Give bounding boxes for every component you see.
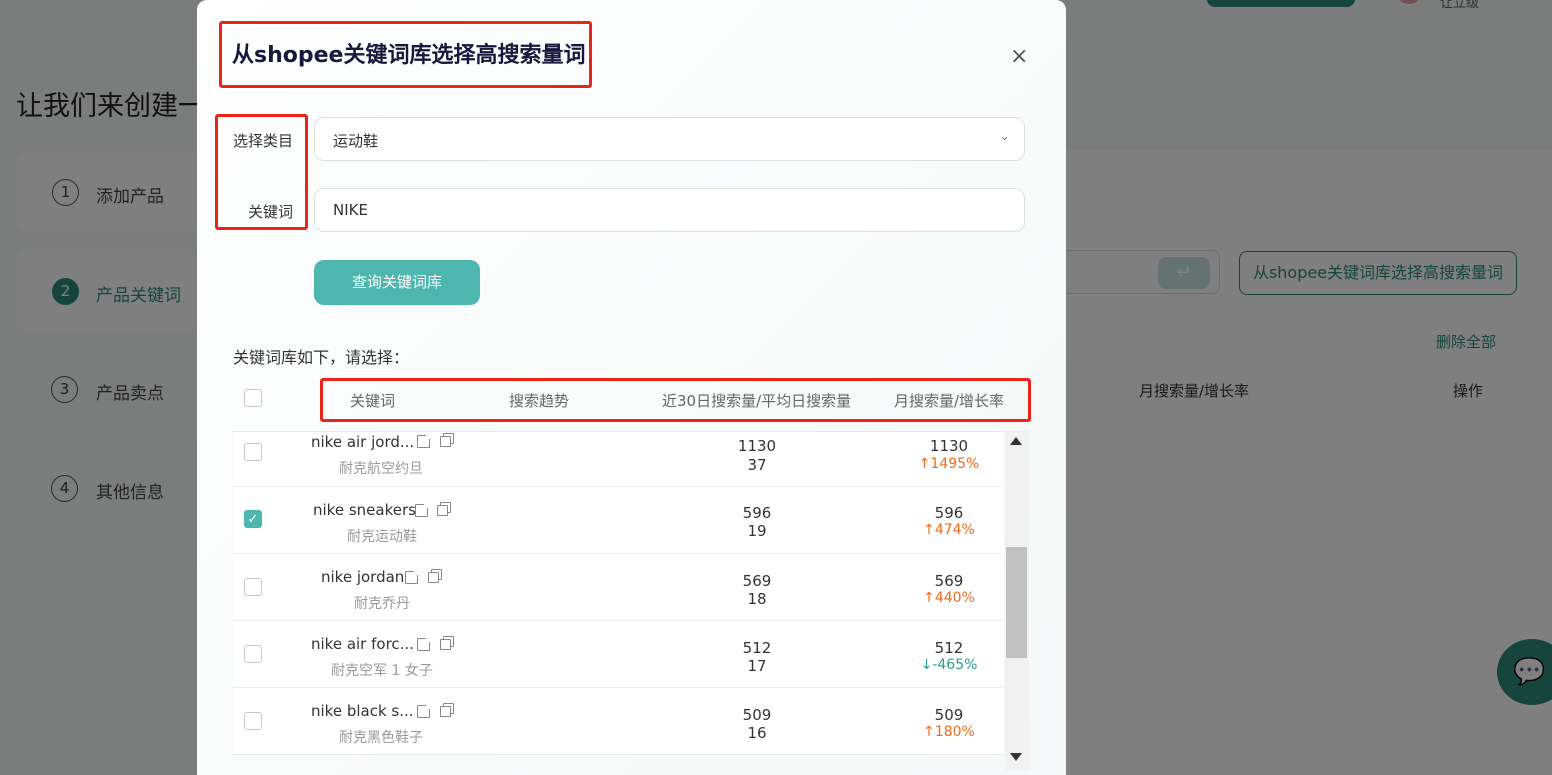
scroll-up-arrow-icon[interactable] [1010,437,1022,445]
monthly-search: 509 [934,706,964,724]
table-row[interactable]: nike jordan 耐克乔丹 569 18 569 ↑440% [233,554,1004,621]
keyword-translation: 耐克航空约旦 [339,461,423,477]
category-select-value: 运动鞋 [333,132,379,150]
copy-icon-back [437,505,448,516]
growth-rate: ↑474% [923,522,975,538]
copy-icon-back [440,436,451,447]
header-30day-search: 近30日搜索量/平均日搜索量 [662,392,852,410]
table-row[interactable]: nike black s... 耐克黑色鞋子 509 16 509 ↑180% [233,688,1004,755]
list-caption: 关键词库如下，请选择： [233,348,410,367]
daily-average: 17 [747,657,767,675]
growth-rate: ↑440% [923,590,975,606]
keyword-text: nike air forc... [311,635,414,653]
keyword-text: nike black s... [311,702,414,720]
search-30day: 509 [742,706,772,724]
search-30day: 569 [742,572,772,590]
header-monthly-search: 月搜索量/增长率 [894,392,1005,410]
row-checkbox-checked[interactable]: ✓ [244,510,262,528]
keyword-translation: 耐克黑色鞋子 [339,730,423,746]
row-checkbox[interactable] [244,578,262,596]
external-link-icon[interactable] [417,433,432,448]
scrollbar-thumb[interactable] [1006,547,1027,658]
header-search-trend: 搜索趋势 [509,392,570,410]
monthly-search: 569 [934,572,964,590]
table-scrollbar[interactable] [1005,431,1029,770]
external-link-icon[interactable] [415,502,430,517]
keyword-table-body: nike air jord... 耐克航空约旦 1130 37 1130 ↑14… [233,431,1028,770]
keyword-text: nike jordan [321,568,405,586]
external-link-icon[interactable] [417,636,432,651]
growth-rate: ↑1495% [918,456,980,472]
copy-icon-back [428,572,439,583]
header-keyword: 关键词 [350,392,396,410]
keyword-translation: 耐克运动鞋 [347,529,417,545]
daily-average: 19 [747,522,767,540]
daily-average: 16 [747,724,767,742]
monthly-search: 1130 [929,437,969,455]
search-30day: 1130 [737,437,777,455]
monthly-search: 596 [934,504,964,522]
daily-average: 18 [747,590,767,608]
external-link-icon[interactable] [405,569,420,584]
row-checkbox[interactable] [244,645,262,663]
scroll-down-arrow-icon[interactable] [1010,753,1022,761]
growth-rate: ↓-465% [920,657,978,673]
chevron-down-icon: ⌄ [999,129,1010,144]
keyword-label: 关键词 [248,203,294,221]
category-label: 选择类目 [233,132,294,150]
search-30day: 596 [742,504,772,522]
keyword-input[interactable] [314,188,1025,232]
external-link-icon[interactable] [417,703,432,718]
table-row[interactable]: ✓ nike sneakers 耐克运动鞋 596 19 596 ↑474% [233,487,1004,554]
growth-rate: ↑180% [923,724,975,740]
monthly-search: 512 [934,639,964,657]
table-row[interactable]: nike air forc... 耐克空军 1 女子 512 17 512 ↓-… [233,621,1004,688]
modal-title: 从shopee关键词库选择高搜索量词 [232,43,586,68]
row-checkbox[interactable] [244,443,262,461]
daily-average: 37 [747,456,767,474]
copy-icon-back [440,706,451,717]
keyword-translation: 耐克乔丹 [354,596,410,612]
keyword-translation: 耐克空军 1 女子 [331,663,433,679]
category-select[interactable]: 运动鞋 ⌄ [314,117,1025,161]
search-30day: 512 [742,639,772,657]
keyword-text: nike sneakers [313,501,416,519]
query-keyword-library-button[interactable]: 查询关键词库 [314,260,480,305]
row-checkbox[interactable] [244,712,262,730]
close-icon[interactable]: × [1010,44,1028,69]
keyword-text: nike air jord... [311,433,415,451]
keyword-library-modal: 从shopee关键词库选择高搜索量词 × 选择类目 运动鞋 ⌄ 关键词 查询关键… [197,0,1066,775]
copy-icon-back [440,639,451,650]
select-all-checkbox[interactable] [244,389,262,407]
table-row[interactable]: nike air jord... 耐克航空约旦 1130 37 1130 ↑14… [233,432,1004,487]
